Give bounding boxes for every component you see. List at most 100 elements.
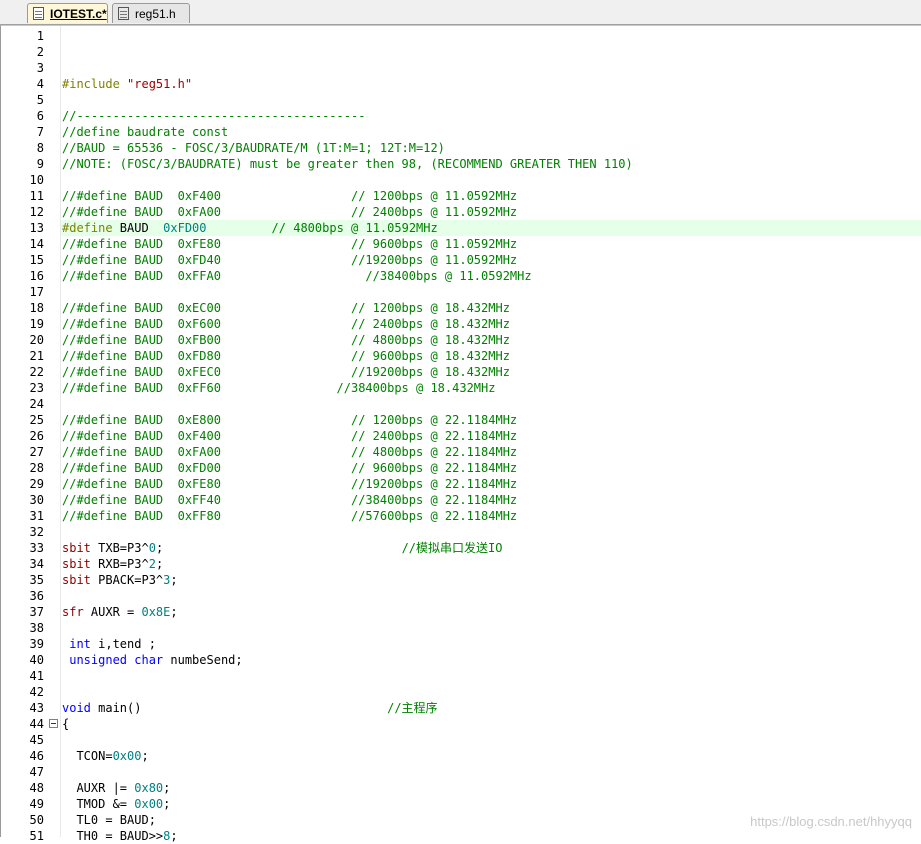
- tab-label: IOTEST.c*: [50, 6, 107, 21]
- code-line[interactable]: 33 sbit TXB=P3^0; //模拟串口发送IO: [1, 540, 921, 556]
- code-line[interactable]: 2: [1, 44, 921, 60]
- line-number: 15: [29, 253, 44, 267]
- code-token: //#define BAUD 0xEC00 // 1200bps @ 18.43…: [62, 301, 510, 315]
- code-line[interactable]: 43 void main() //主程序: [1, 700, 921, 716]
- code-line[interactable]: 21 //#define BAUD 0xFD80 // 9600bps @ 18.…: [1, 348, 921, 364]
- code-line[interactable]: 48 AUXR |= 0x80;: [1, 780, 921, 796]
- line-number: 27: [29, 445, 44, 459]
- code-line[interactable]: 9 //NOTE: (FOSC/3/BAUDRATE) must be great…: [1, 156, 921, 172]
- line-number: 26: [29, 429, 44, 443]
- line-number: 13: [29, 221, 44, 235]
- code-line[interactable]: 36: [1, 588, 921, 604]
- code-token: TMOD &=: [62, 797, 135, 811]
- code-token: #define: [62, 221, 120, 235]
- code-line[interactable]: 4 #include "reg51.h": [1, 76, 921, 92]
- code-token: TXB=P3^: [98, 541, 149, 555]
- code-line[interactable]: 18 //#define BAUD 0xEC00 // 1200bps @ 18.…: [1, 300, 921, 316]
- code-line[interactable]: 16 //#define BAUD 0xFFA0 //38400bps @ 11.…: [1, 268, 921, 284]
- code-line[interactable]: 17: [1, 284, 921, 300]
- code-line[interactable]: 27 //#define BAUD 0xFA00 // 4800bps @ 22.…: [1, 444, 921, 460]
- line-number: 10: [29, 173, 44, 187]
- code-line[interactable]: 45: [1, 732, 921, 748]
- line-number: 6: [36, 109, 44, 123]
- code-text: //#define BAUD 0xEC00 // 1200bps @ 18.43…: [61, 300, 921, 316]
- line-number: 45: [29, 733, 44, 747]
- code-line[interactable]: 34 sbit RXB=P3^2;: [1, 556, 921, 572]
- code-token: TL0 = BAUD;: [62, 813, 156, 827]
- line-number: 39: [29, 637, 44, 651]
- code-text: //#define BAUD 0xFF80 //57600bps @ 22.11…: [61, 508, 921, 524]
- code-line[interactable]: 15 //#define BAUD 0xFD40 //19200bps @ 11.…: [1, 252, 921, 268]
- code-line[interactable]: 29 //#define BAUD 0xFE80 //19200bps @ 22.…: [1, 476, 921, 492]
- code-line[interactable]: 3: [1, 60, 921, 76]
- code-line[interactable]: 20 //#define BAUD 0xFB00 // 4800bps @ 18.…: [1, 332, 921, 348]
- code-text: #include "reg51.h": [61, 76, 921, 92]
- code-line[interactable]: 40 unsigned char numbeSend;: [1, 652, 921, 668]
- line-number: 36: [29, 589, 44, 603]
- code-token: //#define BAUD 0xFE80 // 9600bps @ 11.05…: [62, 237, 518, 251]
- code-line[interactable]: 22 //#define BAUD 0xFEC0 //19200bps @ 18.…: [1, 364, 921, 380]
- code-line[interactable]: 1: [1, 28, 921, 44]
- code-text: //#define BAUD 0xF600 // 2400bps @ 18.43…: [61, 316, 921, 332]
- code-line[interactable]: 49 TMOD &= 0x00;: [1, 796, 921, 812]
- code-token: //#define BAUD 0xFA00 // 4800bps @ 22.11…: [62, 445, 518, 459]
- code-line[interactable]: 23 //#define BAUD 0xFF60 //38400bps @ 18.…: [1, 380, 921, 396]
- fold-collapse-icon[interactable]: [49, 719, 58, 728]
- code-text: TCON=0x00;: [61, 748, 921, 764]
- code-token: //#define BAUD 0xFD40 //19200bps @ 11.05…: [62, 253, 518, 267]
- code-text: AUXR |= 0x80;: [61, 780, 921, 796]
- code-line[interactable]: 32: [1, 524, 921, 540]
- code-text: //#define BAUD 0xFE80 // 9600bps @ 11.05…: [61, 236, 921, 252]
- code-editor[interactable]: 1 2 3 4 #include "reg51.h" 5 6 //--------------…: [0, 25, 921, 843]
- tab-reg51-h[interactable]: reg51.h: [112, 3, 190, 23]
- code-line[interactable]: 6 //-------------------------------------…: [1, 108, 921, 124]
- code-line[interactable]: 38: [1, 620, 921, 636]
- code-line[interactable]: 12 //#define BAUD 0xFA00 // 2400bps @ 11.…: [1, 204, 921, 220]
- line-number: 37: [29, 605, 44, 619]
- code-line[interactable]: 51 TH0 = BAUD>>8;: [1, 828, 921, 844]
- code-line[interactable]: 42: [1, 684, 921, 700]
- code-token: //#define BAUD 0xF400 // 2400bps @ 22.11…: [62, 429, 518, 443]
- code-line[interactable]: 44 {: [1, 716, 921, 732]
- code-token: //#define BAUD 0xFD00 // 9600bps @ 22.11…: [62, 461, 518, 475]
- code-token: numbeSend;: [170, 653, 243, 667]
- code-line[interactable]: 5: [1, 92, 921, 108]
- code-token: sbit: [62, 573, 99, 587]
- code-text: TMOD &= 0x00;: [61, 796, 921, 812]
- code-line[interactable]: 24: [1, 396, 921, 412]
- code-token: BAUD: [119, 221, 164, 235]
- code-line[interactable]: 37 sfr AUXR = 0x8E;: [1, 604, 921, 620]
- code-line[interactable]: 10: [1, 172, 921, 188]
- code-line[interactable]: 30 //#define BAUD 0xFF40 //38400bps @ 22.…: [1, 492, 921, 508]
- code-token: "reg51.h": [127, 77, 193, 91]
- code-text: //#define BAUD 0xFA00 // 4800bps @ 22.11…: [61, 444, 921, 460]
- code-text: sbit RXB=P3^2;: [61, 556, 921, 572]
- code-text: //#define BAUD 0xFF60 //38400bps @ 18.43…: [61, 380, 921, 396]
- code-line[interactable]: 14 //#define BAUD 0xFE80 // 9600bps @ 11.…: [1, 236, 921, 252]
- code-token: 0xFD00: [163, 221, 207, 235]
- code-text: sbit PBACK=P3^3;: [61, 572, 921, 588]
- code-line[interactable]: 31 //#define BAUD 0xFF80 //57600bps @ 22.…: [1, 508, 921, 524]
- code-line[interactable]: 35 sbit PBACK=P3^3;: [1, 572, 921, 588]
- code-line[interactable]: 39 int i,tend ;: [1, 636, 921, 652]
- code-line[interactable]: 8 //BAUD = 65536 - FOSC/3/BAUDRATE/M (1T:…: [1, 140, 921, 156]
- line-number: 14: [29, 237, 44, 251]
- code-text: //--------------------------------------…: [61, 108, 921, 124]
- code-line[interactable]: 46 TCON=0x00;: [1, 748, 921, 764]
- code-text: void main() //主程序: [61, 700, 921, 716]
- code-line[interactable]: 11 //#define BAUD 0xF400 // 1200bps @ 11.…: [1, 188, 921, 204]
- code-token: //#define BAUD 0xFF40 //38400bps @ 22.11…: [62, 493, 518, 507]
- code-line[interactable]: 26 //#define BAUD 0xF400 // 2400bps @ 22.…: [1, 428, 921, 444]
- tab-iotest-c[interactable]: IOTEST.c*: [27, 3, 108, 23]
- code-line[interactable]: 47: [1, 764, 921, 780]
- code-line[interactable]: 19 //#define BAUD 0xF600 // 2400bps @ 18.…: [1, 316, 921, 332]
- code-line[interactable]: 41: [1, 668, 921, 684]
- code-token: //#define BAUD 0xFD80 // 9600bps @ 18.43…: [62, 349, 510, 363]
- code-line[interactable]: 25 //#define BAUD 0xE800 // 1200bps @ 22.…: [1, 412, 921, 428]
- code-token: 0x80: [134, 781, 164, 795]
- code-line[interactable]: 28 //#define BAUD 0xFD00 // 9600bps @ 22.…: [1, 460, 921, 476]
- code-line[interactable]: 7 //define baudrate const: [1, 124, 921, 140]
- h-file-icon: [118, 7, 129, 20]
- code-line[interactable]: 13 #define BAUD 0xFD00 // 4800bps @ 11.05…: [1, 220, 921, 236]
